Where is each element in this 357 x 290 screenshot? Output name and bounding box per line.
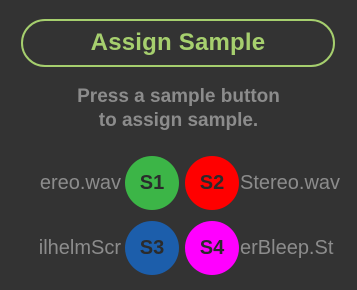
sample-button-s2[interactable]: S2: [185, 156, 239, 210]
instructions-line-1: Press a sample button: [77, 86, 280, 107]
sample-button-s4-label: S4: [199, 236, 225, 259]
assign-sample-button[interactable]: Assign Sample: [21, 19, 335, 67]
sample-name-s3: ilhelmScr: [38, 237, 121, 259]
instructions-text: Press a sample button to assign sample.: [0, 85, 357, 133]
sample-button-s2-label: S2: [199, 171, 225, 194]
sample-button-s4[interactable]: S4: [185, 221, 239, 275]
sample-button-s3-label: S3: [139, 236, 165, 259]
sample-button-s1[interactable]: S1: [125, 156, 179, 210]
sample-button-s3[interactable]: S3: [125, 221, 179, 275]
assign-sample-label: Assign Sample: [90, 29, 266, 56]
instructions-line-2: to assign sample.: [98, 110, 259, 131]
sample-name-s4: erBleep.St: [240, 237, 334, 259]
sample-button-s1-label: S1: [139, 171, 165, 194]
sample-name-s1: ereo.wav: [39, 172, 121, 194]
sample-name-s2: Stereo.wav: [240, 172, 341, 194]
